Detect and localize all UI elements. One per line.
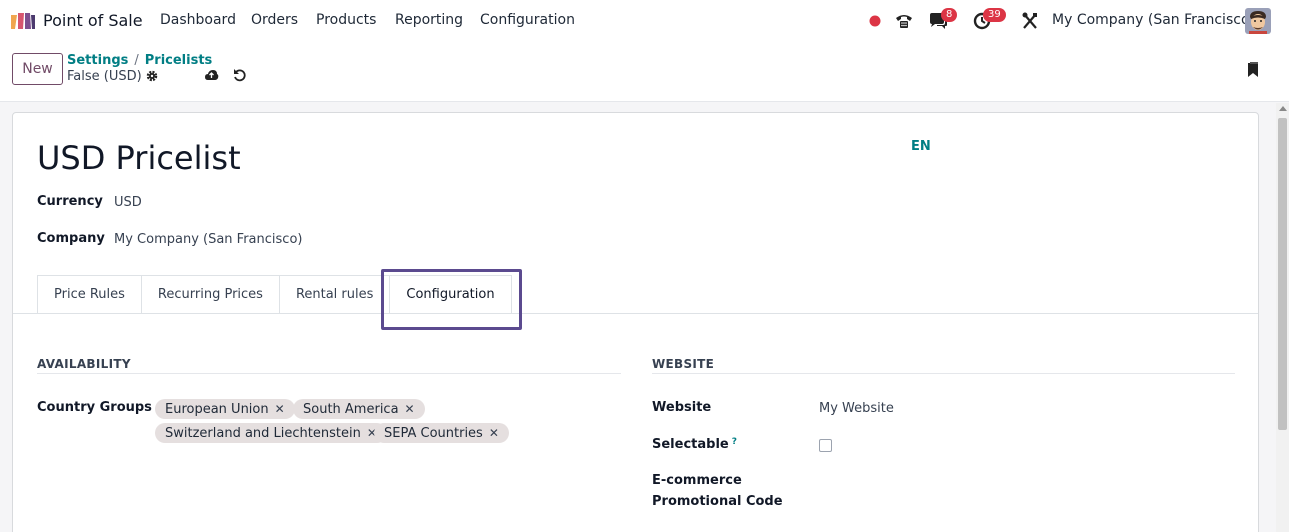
currency-field[interactable]: USD <box>114 195 142 210</box>
company-label: Company <box>37 231 105 246</box>
bookmark-icon[interactable] <box>1247 62 1259 78</box>
tab-highlight-frame <box>381 269 522 330</box>
tab-rental-rules[interactable]: Rental rules <box>278 275 390 314</box>
company-switcher[interactable]: My Company (San Francisco) <box>1052 12 1255 28</box>
save-cloud-icon[interactable] <box>204 69 219 82</box>
selectable-checkbox[interactable] <box>819 439 832 452</box>
availability-section-title: AVAILABILITY <box>37 357 131 371</box>
new-button[interactable]: New <box>12 53 63 85</box>
tag-sepa-countries[interactable]: SEPA Countries ✕ <box>374 423 509 443</box>
menu-configuration[interactable]: Configuration <box>480 12 575 28</box>
country-groups-label: Country Groups <box>37 400 152 415</box>
website-field[interactable]: My Website <box>819 401 894 416</box>
availability-rule <box>37 373 621 374</box>
control-panel: New Settings / Pricelists False (USD) <box>0 42 1289 102</box>
remove-tag-icon[interactable]: ✕ <box>275 402 285 416</box>
pos-app-icon[interactable] <box>10 11 36 31</box>
breadcrumb: Settings / Pricelists <box>67 53 213 68</box>
scroll-up-arrow[interactable] <box>1279 106 1287 111</box>
discard-undo-icon[interactable] <box>233 68 246 82</box>
website-label: Website <box>652 400 712 415</box>
menu-reporting[interactable]: Reporting <box>395 12 463 28</box>
selectable-label: Selectable? <box>652 437 737 452</box>
scrollbar-thumb[interactable] <box>1278 118 1287 430</box>
help-tooltip-icon[interactable]: ? <box>732 437 737 447</box>
tab-price-rules[interactable]: Price Rules <box>37 275 141 314</box>
user-avatar[interactable] <box>1245 8 1271 34</box>
form-sheet: USD Pricelist EN Currency USD Company My… <box>12 112 1259 532</box>
debug-tools-icon[interactable] <box>1021 11 1039 31</box>
top-navbar: Point of Sale Dashboard Orders Products … <box>0 0 1289 42</box>
company-field[interactable]: My Company (San Francisco) <box>114 232 302 247</box>
app-name[interactable]: Point of Sale <box>43 11 143 30</box>
chat-count-badge: 8 <box>941 8 958 22</box>
breadcrumb-pricelists[interactable]: Pricelists <box>145 53 213 68</box>
pricelist-name[interactable]: USD Pricelist <box>37 139 241 177</box>
record-name: False (USD) <box>67 69 142 84</box>
gear-icon[interactable] <box>146 70 158 82</box>
menu-products[interactable]: Products <box>316 12 376 28</box>
remove-tag-icon[interactable]: ✕ <box>489 426 499 440</box>
status-dot-icon[interactable] <box>868 11 882 31</box>
currency-label: Currency <box>37 194 103 209</box>
remove-tag-icon[interactable]: ✕ <box>405 402 415 416</box>
tag-south-america[interactable]: South America ✕ <box>293 399 425 419</box>
activity-count-badge: 39 <box>983 8 1006 22</box>
ecommerce-label: E-commerce <box>652 473 742 488</box>
menu-dashboard[interactable]: Dashboard <box>160 12 236 28</box>
tag-european-union[interactable]: European Union ✕ <box>155 399 295 419</box>
promotional-code-label: Promotional Code <box>652 494 783 509</box>
breadcrumb-settings[interactable]: Settings <box>67 53 128 68</box>
language-toggle[interactable]: EN <box>911 139 931 154</box>
tab-recurring-prices[interactable]: Recurring Prices <box>140 275 279 314</box>
menu-orders[interactable]: Orders <box>251 12 298 28</box>
website-section-title: WEBSITE <box>652 357 715 371</box>
website-rule <box>652 373 1235 374</box>
tag-switzerland-liechtenstein[interactable]: Switzerland and Liechtenstein ✕ <box>155 423 387 443</box>
tabs-divider <box>13 313 1258 314</box>
phone-icon[interactable] <box>894 11 914 31</box>
